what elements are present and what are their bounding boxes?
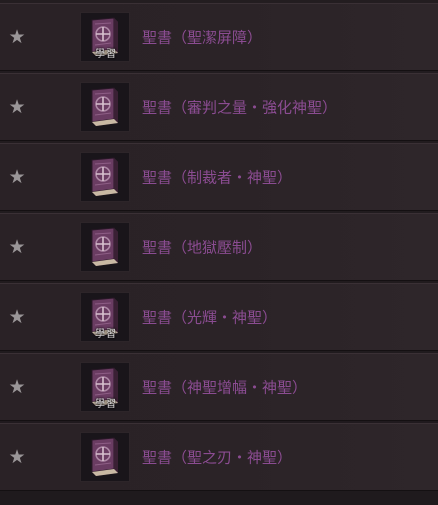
holy-book-icon xyxy=(91,87,118,126)
list-item[interactable]: ★ 聖書（審判之量・強化神聖） xyxy=(0,73,438,141)
item-icon-slot[interactable]: 學習 xyxy=(80,12,130,62)
list-item[interactable]: ★ 學習 聖書（光輝・神聖） xyxy=(0,283,438,351)
list-item[interactable]: ★ 聖書（制裁者・神聖） xyxy=(0,143,438,211)
holy-book-icon xyxy=(91,437,118,476)
list-item[interactable]: ★ 聖書（地獄壓制） xyxy=(0,213,438,281)
item-name: 聖書（地獄壓制） xyxy=(142,238,263,257)
item-name: 聖書（聖之刃・神聖） xyxy=(142,448,293,467)
learn-badge: 學習 xyxy=(95,49,117,60)
item-icon-slot[interactable] xyxy=(80,432,130,482)
item-name: 聖書（審判之量・強化神聖） xyxy=(142,98,338,117)
list-item[interactable]: ★ 學習 聖書（神聖增幅・神聖） xyxy=(0,353,438,421)
list-item[interactable]: ★ 聖書（聖之刃・神聖） xyxy=(0,423,438,491)
star-icon[interactable]: ★ xyxy=(6,376,28,398)
star-icon[interactable]: ★ xyxy=(6,446,28,468)
star-icon[interactable]: ★ xyxy=(6,26,28,48)
star-icon[interactable]: ★ xyxy=(6,306,28,328)
learn-badge: 學習 xyxy=(95,329,117,340)
star-icon[interactable]: ★ xyxy=(6,96,28,118)
item-name: 聖書（聖潔屏障） xyxy=(142,28,263,47)
item-icon-slot[interactable] xyxy=(80,82,130,132)
item-name: 聖書（制裁者・神聖） xyxy=(142,168,293,187)
item-icon-slot[interactable]: 學習 xyxy=(80,362,130,412)
item-icon-slot[interactable]: 學習 xyxy=(80,292,130,342)
learn-badge: 學習 xyxy=(95,399,117,410)
holy-book-icon xyxy=(91,227,118,266)
star-icon[interactable]: ★ xyxy=(6,236,28,258)
item-icon-slot[interactable] xyxy=(80,152,130,202)
star-icon[interactable]: ★ xyxy=(6,166,28,188)
item-name: 聖書（光輝・神聖） xyxy=(142,308,278,327)
item-list: ★ 學習 聖書（聖潔屏障） ★ 聖書（審判之量・強化神聖） ★ 聖書（制裁者・神… xyxy=(0,0,438,505)
holy-book-icon xyxy=(91,157,118,196)
item-icon-slot[interactable] xyxy=(80,222,130,272)
item-name: 聖書（神聖增幅・神聖） xyxy=(142,378,308,397)
list-item[interactable]: ★ 學習 聖書（聖潔屏障） xyxy=(0,3,438,71)
